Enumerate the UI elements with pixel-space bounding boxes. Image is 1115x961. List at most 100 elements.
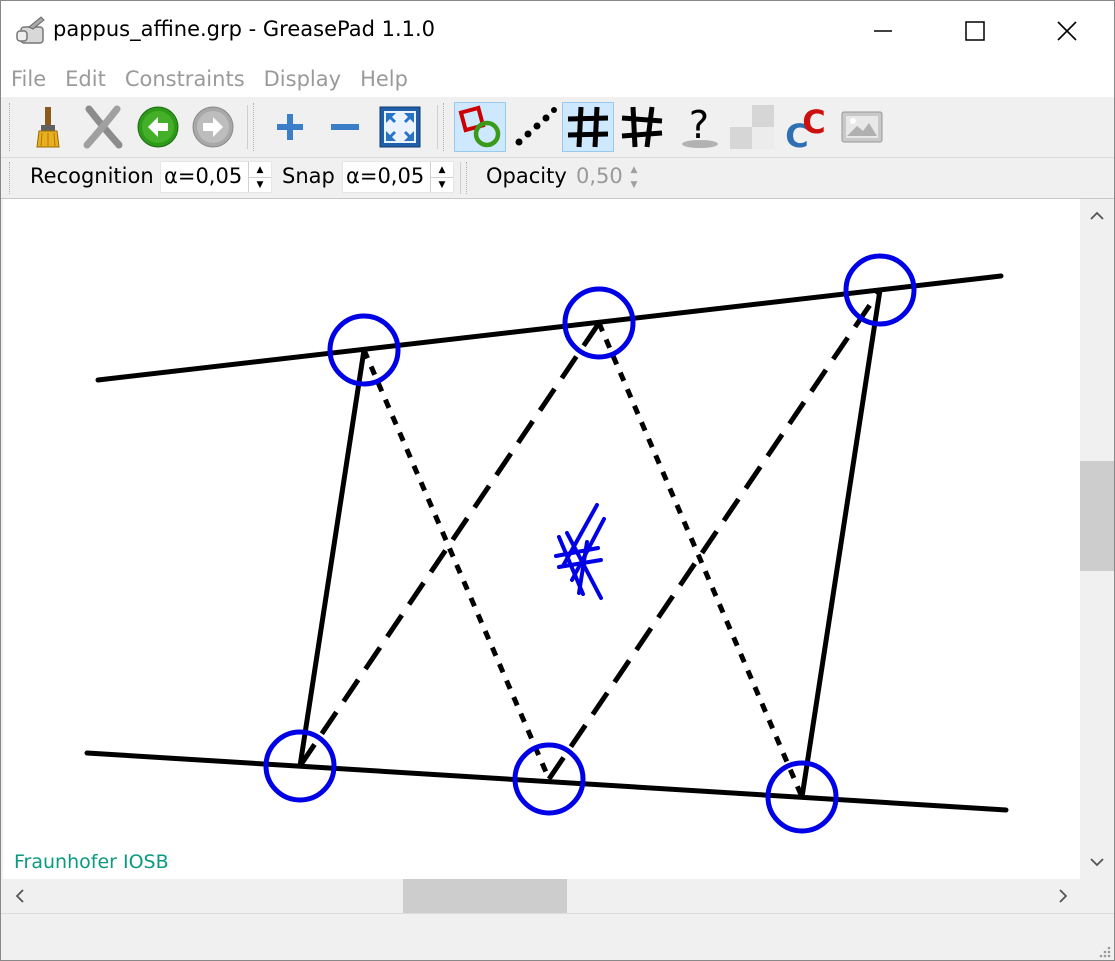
upper-line[interactable] (95, 273, 1004, 383)
minimize-button[interactable] (837, 1, 929, 61)
horizontal-scroll-thumb[interactable] (403, 879, 567, 913)
show-elements-toggle[interactable] (562, 102, 614, 152)
vertical-scrollbar[interactable] (1080, 199, 1114, 879)
toolbar-grip[interactable] (466, 162, 471, 194)
consistency-c-icon: C C (785, 103, 825, 151)
horizontal-scrollbar[interactable] (3, 879, 1080, 913)
dashed-segment-2[interactable] (546, 288, 883, 781)
lower-line[interactable] (84, 750, 1009, 813)
recognition-spin-up[interactable]: ▲ (249, 162, 271, 178)
screenshot-icon (841, 111, 883, 143)
snap-spinbox[interactable]: α=0,05 ▲ ▼ (342, 161, 454, 193)
dotted-segment-2[interactable] (596, 322, 805, 798)
scroll-right-button[interactable] (1046, 879, 1080, 913)
drawing-canvas[interactable]: Fraunhofer IOSB (3, 199, 1080, 879)
close-icon (1057, 21, 1077, 41)
colors-icon (730, 105, 774, 149)
help-question-icon: ? (682, 104, 718, 148)
chevron-up-icon (1090, 211, 1104, 220)
recognition-spinbox[interactable]: α=0,05 ▲ ▼ (160, 161, 272, 193)
menu-help[interactable]: Help (350, 61, 417, 97)
clear-all-button[interactable] (23, 102, 73, 152)
menu-constraints[interactable]: Constraints (115, 61, 254, 97)
delete-x-icon (83, 105, 123, 149)
show-constraints-toggle[interactable] (454, 102, 506, 152)
snap-spin-arrows: ▲ ▼ (430, 162, 453, 192)
menu-bar: File Edit Constraints Display Help (1, 61, 1114, 97)
delete-button[interactable] (78, 102, 128, 152)
opacity-spin-down[interactable]: ▼ (623, 177, 645, 192)
solid-segment-right[interactable] (799, 287, 883, 800)
maximize-button[interactable] (929, 1, 1021, 61)
snap-spin-up[interactable]: ▲ (431, 162, 453, 178)
redo-arrow-icon (192, 106, 234, 148)
undo-arrow-icon (137, 106, 179, 148)
scroll-down-button[interactable] (1080, 845, 1114, 879)
screenshot-button[interactable] (837, 102, 887, 152)
snap-spin-down[interactable]: ▼ (431, 177, 453, 192)
opacity-spin-up[interactable]: ▲ (623, 162, 645, 177)
toolbar-grip[interactable] (443, 103, 448, 151)
concurrency-constraint-marker[interactable] (554, 503, 606, 600)
recognition-value[interactable]: α=0,05 (164, 164, 242, 188)
recognition-label: Recognition (30, 164, 154, 188)
opacity-value[interactable]: 0,50 (576, 164, 623, 188)
zoom-in-button[interactable] (265, 102, 315, 152)
maximize-icon (965, 21, 985, 41)
recognition-spin-down[interactable]: ▼ (249, 177, 271, 192)
status-bar (1, 913, 1114, 960)
options-toolbar: Recognition α=0,05 ▲ ▼ Snap α=0,05 ▲ ▼ O… (1, 158, 1114, 199)
zoom-out-minus-icon (331, 124, 359, 130)
menu-display[interactable]: Display (254, 61, 350, 97)
redo-button[interactable] (188, 102, 238, 152)
show-constraints-icon (458, 105, 501, 148)
minimize-icon (874, 30, 892, 32)
zoom-out-button[interactable] (320, 102, 370, 152)
fit-view-button[interactable] (375, 102, 425, 152)
menu-file[interactable]: File (1, 61, 55, 97)
show-markers-toggle[interactable] (617, 102, 667, 152)
opacity-spin-arrows: ▲ ▼ (623, 162, 645, 192)
snap-label: Snap (282, 164, 335, 188)
close-button[interactable] (1021, 1, 1113, 61)
svg-text:?: ? (689, 104, 709, 147)
show-uncertainty-icon (515, 107, 557, 146)
show-elements-icon (567, 106, 609, 148)
dashed-segment-1[interactable] (297, 321, 602, 768)
main-toolbar: ? C C (1, 97, 1114, 158)
toolbar-separator (437, 105, 438, 149)
solid-segment-left[interactable] (297, 347, 367, 769)
chevron-down-icon (1090, 858, 1104, 867)
svg-text:C: C (802, 103, 825, 141)
opacity-label: Opacity (486, 164, 567, 188)
toolbar-grip[interactable] (253, 103, 258, 151)
scroll-up-button[interactable] (1080, 199, 1114, 233)
scroll-left-button[interactable] (3, 879, 37, 913)
broom-icon (36, 107, 60, 148)
title-bar: pappus_affine.grp - GreasePad 1.1.0 (1, 1, 1114, 61)
chevron-left-icon (15, 889, 24, 903)
colors-button[interactable] (727, 102, 777, 152)
resize-grip-icon[interactable] (1096, 943, 1112, 959)
zoom-in-plus-icon (277, 114, 303, 140)
vertical-scroll-thumb[interactable] (1080, 461, 1114, 571)
snap-value[interactable]: α=0,05 (346, 164, 424, 188)
consistency-check-button[interactable]: C C (782, 102, 832, 152)
dotted-segment-1[interactable] (361, 349, 552, 780)
sketch-drawing[interactable] (3, 199, 1080, 879)
toolbar-grip[interactable] (9, 162, 14, 194)
chevron-right-icon (1059, 889, 1068, 903)
credit-text: Fraunhofer IOSB (14, 851, 169, 873)
undo-button[interactable] (133, 102, 183, 152)
opacity-spinbox[interactable]: 0,50 ▲ ▼ (572, 161, 646, 193)
toolbar-grip[interactable] (9, 103, 14, 151)
show-uncertainty-toggle[interactable] (509, 102, 559, 152)
scrollbar-corner (1080, 879, 1114, 913)
greasepad-app-icon (16, 16, 45, 44)
help-button[interactable]: ? (674, 102, 724, 152)
show-constraints-markers-icon (621, 106, 663, 148)
menu-edit[interactable]: Edit (55, 61, 115, 97)
greasepad-window: pappus_affine.grp - GreasePad 1.1.0 File… (0, 0, 1115, 961)
recognition-spin-arrows: ▲ ▼ (248, 162, 271, 192)
toolbar-separator (460, 162, 461, 194)
